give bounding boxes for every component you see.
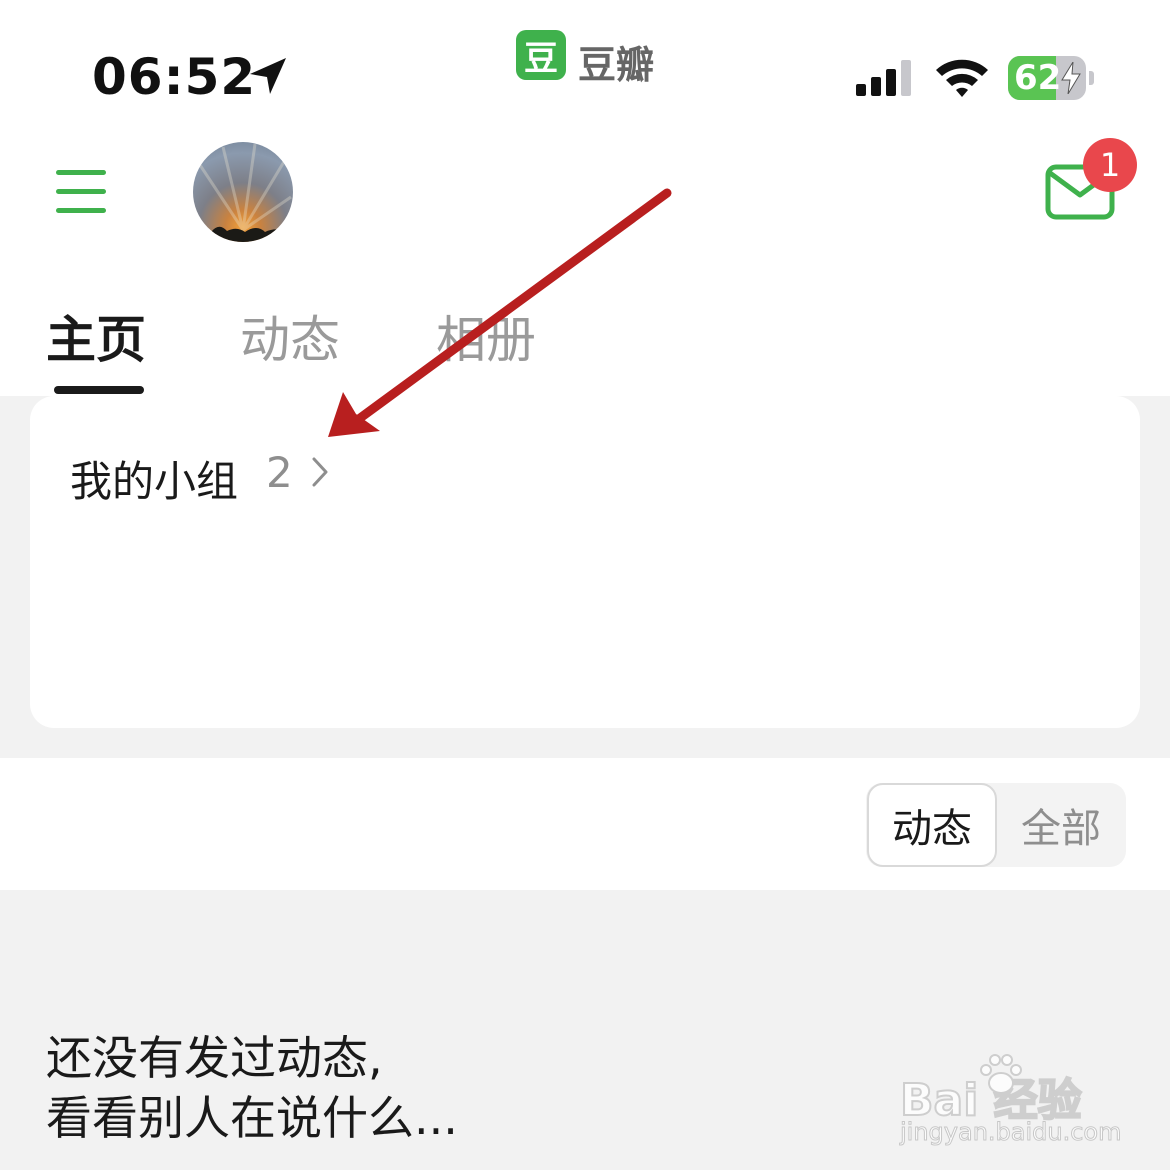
avatar[interactable] <box>193 142 293 242</box>
app-logo: 豆 <box>516 30 566 80</box>
tab-home[interactable]: 主页 <box>46 300 146 372</box>
hamburger-menu-icon[interactable] <box>56 170 108 214</box>
baidu-watermark: Bai 经验 jingyan.baidu.com <box>899 1050 1122 1160</box>
status-time: 06:52 <box>92 48 257 106</box>
battery-indicator: 62 <box>1008 56 1094 100</box>
mail-unread-badge: 1 <box>1083 138 1137 192</box>
chevron-right-icon[interactable] <box>308 455 332 489</box>
active-tab-indicator <box>54 386 144 394</box>
battery-percent: 62 <box>1014 58 1062 98</box>
tab-album[interactable]: 相册 <box>436 300 536 372</box>
empty-state-link[interactable]: 看看别人在说什么... <box>46 1082 458 1148</box>
tab-activity[interactable]: 动态 <box>240 300 340 372</box>
filter-all-button[interactable]: 全部 <box>997 783 1125 867</box>
watermark-url: jingyan.baidu.com <box>899 1118 1122 1147</box>
paw-logo-icon <box>980 1054 1022 1094</box>
wifi-icon <box>936 59 988 97</box>
filter-activity-button[interactable]: 动态 <box>867 783 997 867</box>
location-arrow-icon <box>250 58 286 94</box>
cellular-signal-icon <box>856 60 911 96</box>
charging-bolt-icon <box>1061 62 1081 94</box>
my-groups-count[interactable]: 2 <box>266 448 293 497</box>
empty-state-text: 还没有发过动态, <box>46 1031 383 1085</box>
my-groups-link[interactable]: 我的小组 <box>70 448 238 509</box>
app-name: 豆瓣 <box>578 43 655 87</box>
my-groups-card <box>30 396 1140 728</box>
